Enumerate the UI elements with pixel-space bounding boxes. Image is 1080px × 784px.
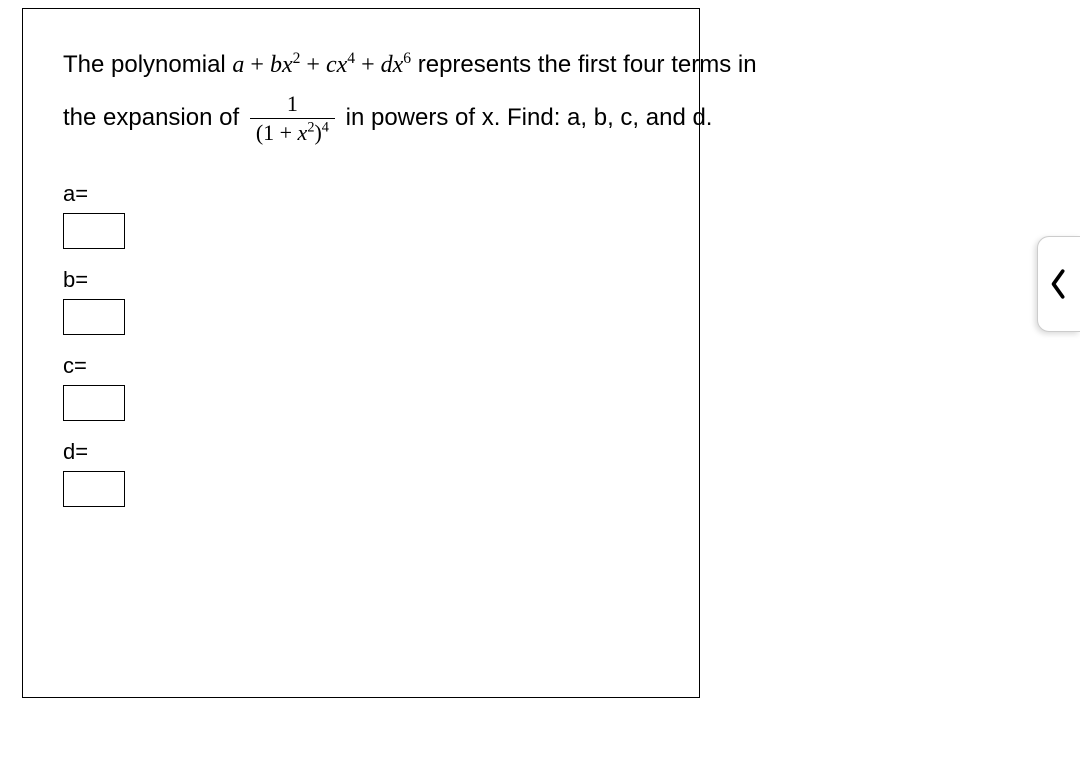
side-collapse-tab[interactable]	[1037, 236, 1080, 332]
label-a: a=	[63, 181, 699, 207]
text-prefix-2: the expansion of	[63, 104, 246, 131]
plus-3: +	[355, 52, 381, 78]
answer-row-c: c=	[63, 353, 699, 421]
input-c[interactable]	[63, 385, 125, 421]
label-c: c=	[63, 353, 699, 379]
plus-2: +	[300, 52, 326, 78]
question-box: The polynomial a + bx2 + cx4 + dx6 repre…	[22, 8, 700, 698]
x6-base: x	[393, 52, 404, 78]
den-open: (1 +	[256, 120, 298, 145]
den-x: x	[298, 120, 308, 145]
poly-a: a	[232, 52, 244, 78]
x6-exp: 6	[403, 50, 411, 67]
question-text: The polynomial a + bx2 + cx4 + dx6 repre…	[63, 39, 999, 145]
answer-row-b: b=	[63, 267, 699, 335]
fraction-numerator: 1	[250, 92, 335, 119]
den-close: )	[314, 120, 321, 145]
fraction: 1 (1 + x2)4	[250, 92, 335, 145]
chevron-left-icon	[1048, 267, 1070, 301]
den-exp4: 4	[322, 120, 329, 136]
answers-section: a= b= c= d=	[63, 181, 699, 507]
input-b[interactable]	[63, 299, 125, 335]
label-b: b=	[63, 267, 699, 293]
text-suffix-2: in powers of x. Find: a, b, c, and d.	[339, 104, 713, 131]
input-a[interactable]	[63, 213, 125, 249]
text-prefix-1: The polynomial	[63, 51, 232, 78]
x4-exp: 4	[347, 50, 355, 67]
answer-row-d: d=	[63, 439, 699, 507]
x2-base: x	[282, 52, 293, 78]
label-d: d=	[63, 439, 699, 465]
plus-1: +	[244, 52, 270, 78]
input-d[interactable]	[63, 471, 125, 507]
x4-base: x	[337, 52, 348, 78]
text-suffix-1: represents the first four terms in	[411, 51, 756, 78]
answer-row-a: a=	[63, 181, 699, 249]
poly-c: c	[326, 52, 337, 78]
poly-d: d	[381, 52, 393, 78]
fraction-denominator: (1 + x2)4	[250, 119, 335, 145]
poly-b: b	[270, 52, 282, 78]
